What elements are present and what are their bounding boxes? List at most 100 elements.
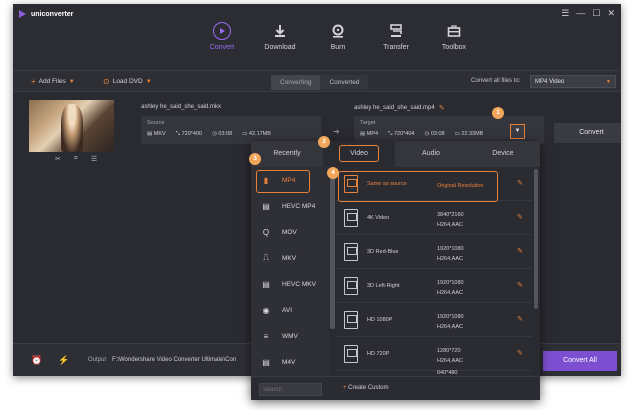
dvd-icon: ⊙ [103,77,110,86]
play-circle-icon: ◉ [262,305,270,315]
format-item-wmv[interactable]: ≡ WMV [251,323,329,349]
target-format-dropdown[interactable]: ▼ [510,124,525,139]
convert-all-to-select[interactable]: MP4 Video ▼ [530,75,616,88]
tab-label: Transfer [383,44,409,51]
convert-icon [213,22,231,40]
video-file-icon [344,209,358,227]
size-prop: ▭ 42.17MB [242,131,271,137]
format-search-input[interactable] [259,383,322,396]
tab-converting[interactable]: Converting [271,75,321,90]
tab-convert[interactable]: Convert [193,22,251,51]
tab-label: Download [264,44,296,51]
resolution-item-3d-red-blue[interactable]: 3D Red-Blue 1920*1080 H264,AAC ✎ [336,235,532,269]
chevron-down-icon[interactable]: ▼ [146,79,152,85]
edit-icon[interactable]: ✎ [517,213,523,221]
load-dvd-label: Load DVD [112,78,143,85]
add-files-button[interactable]: + Add Files ▼ [31,77,75,86]
convert-all-to-value: MP4 Video [535,79,565,85]
transfer-icon [387,22,405,40]
format-item-hevc-mp4[interactable]: ▤ HEVC MP4 [251,193,329,219]
app-logo: uniconverter [19,10,73,18]
hevc-icon: ▤ [262,279,270,289]
create-custom-button[interactable]: + Create Custom [343,385,389,391]
chevron-down-icon: ▼ [514,128,521,134]
tab-transfer[interactable]: Transfer [367,22,425,51]
edit-icon[interactable]: ✎ [517,349,523,357]
edit-icon[interactable]: ✎ [439,104,445,112]
chevron-down-icon: ▼ [606,79,611,85]
tab-converted[interactable]: Converted [320,75,369,90]
callout-badge-1: 1 [492,107,504,119]
format-list: ▮ MP4 ▤ HEVC MP4 Q MOV ⎍ MKV ▤ HEVC MKV ◉ AVI … [251,167,329,376]
video-file-icon [344,277,358,295]
status-segment: Converting Converted [271,75,369,90]
alarm-clock-icon[interactable]: ⏰ [31,355,42,366]
format-item-mov[interactable]: Q MOV [251,219,329,245]
size-prop: ▭ 22.33MB [454,131,484,137]
effects-icon[interactable]: ☰ [91,155,97,163]
format-item-m4v[interactable]: ▤ M4V [251,349,329,375]
callout-badge-3: 3 [249,153,261,165]
film-icon: ▤ [147,131,154,137]
convert-all-button[interactable]: Convert All [543,351,617,371]
hevc-icon: ▤ [262,201,270,211]
tab-recently[interactable]: Recently [251,141,323,167]
arrow-right-icon: ➜ [333,127,340,136]
minimize-icon[interactable]: — [576,8,585,19]
tab-toolbox[interactable]: Toolbox [425,22,483,51]
output-path[interactable]: F:\Wondershare Video Converter Ultimate\… [112,354,252,366]
tab-video[interactable]: Video [323,141,395,167]
add-files-label: Add Files [38,78,66,85]
main-nav: Convert Download Burn Transfer Toolbox [193,22,483,51]
output-label: Output [88,357,107,363]
folder-icon: ▭ [242,131,249,137]
resolution-prop: ⤡ 720*404 [388,131,415,137]
resolution-item-hd-1080p[interactable]: HD 1080P 1920*1080 H264,AAC ✎ [336,303,532,337]
menu-icon[interactable]: ☰ [561,8,569,19]
video-thumbnail[interactable] [29,100,114,152]
resolution-item-3d-left-right[interactable]: 3D Left-Right 1920*1080 H264,AAC ✎ [336,269,532,303]
toolbox-icon [445,22,463,40]
resolution-item-4k[interactable]: 4K Video 3840*2160 H264,AAC ✎ [336,201,532,235]
tab-burn[interactable]: Burn [309,22,367,51]
app-name: uniconverter [31,10,74,18]
tab-download[interactable]: Download [251,22,309,51]
target-filename: ashley he_said_she_said.mp4 [354,105,435,111]
convert-all-to-label: Convert all files to: [471,78,521,84]
chevron-down-icon[interactable]: ▼ [69,79,75,85]
source-filename: ashley he_said_she_said.mkx [141,104,222,110]
title-bar: uniconverter ☰ — ☐ ✕ Convert Download Bu… [13,4,621,70]
resolution-scrollbar[interactable] [532,167,540,376]
edit-icon[interactable]: ✎ [517,315,523,323]
film-icon: ▤ [360,131,367,137]
wmv-icon: ≡ [263,331,269,341]
toolbar: + Add Files ▼ ⊙ Load DVD ▼ Converting Co… [13,70,621,92]
maximize-icon[interactable]: ☐ [592,8,600,19]
resolution-item-hd-720p[interactable]: HD 720P 1280*720 H264,AAC ✎ [336,337,532,371]
callout-badge-2: 2 [318,136,330,148]
trim-icon[interactable]: ✂ [55,155,61,163]
load-dvd-button[interactable]: ⊙ Load DVD ▼ [103,77,152,86]
format-item-mkv[interactable]: ⎍ MKV [251,245,329,271]
resolution-prop: ⤡ 720*400 [175,131,203,137]
edit-icon[interactable]: ✎ [517,281,523,289]
format-popup: Recently Video Audio Device ▮ MP4 ▤ HEVC M… [251,141,540,400]
lightning-icon[interactable]: ⚡ [58,355,69,366]
tab-audio[interactable]: Audio [395,141,467,167]
format-scrollbar[interactable] [329,167,336,376]
edit-icon[interactable]: ✎ [517,247,523,255]
quicktime-icon: Q [262,227,270,237]
video-file-icon [344,311,358,329]
format-prop: ▤ MP4 [360,131,379,137]
source-label: Source [147,120,165,126]
edit-tools: ✂ ⌗ ☰ [55,155,97,163]
tab-device[interactable]: Device [467,141,539,167]
format-item-hevc-mkv[interactable]: ▤ HEVC MKV [251,271,329,297]
convert-button[interactable]: Convert [554,123,621,143]
format-item-avi[interactable]: ◉ AVI [251,297,329,323]
close-icon[interactable]: ✕ [607,8,615,19]
tab-label: Burn [330,44,346,51]
edit-icon[interactable]: ✎ [517,179,523,187]
window-controls: ☰ — ☐ ✕ [561,8,615,19]
crop-icon[interactable]: ⌗ [74,155,78,163]
